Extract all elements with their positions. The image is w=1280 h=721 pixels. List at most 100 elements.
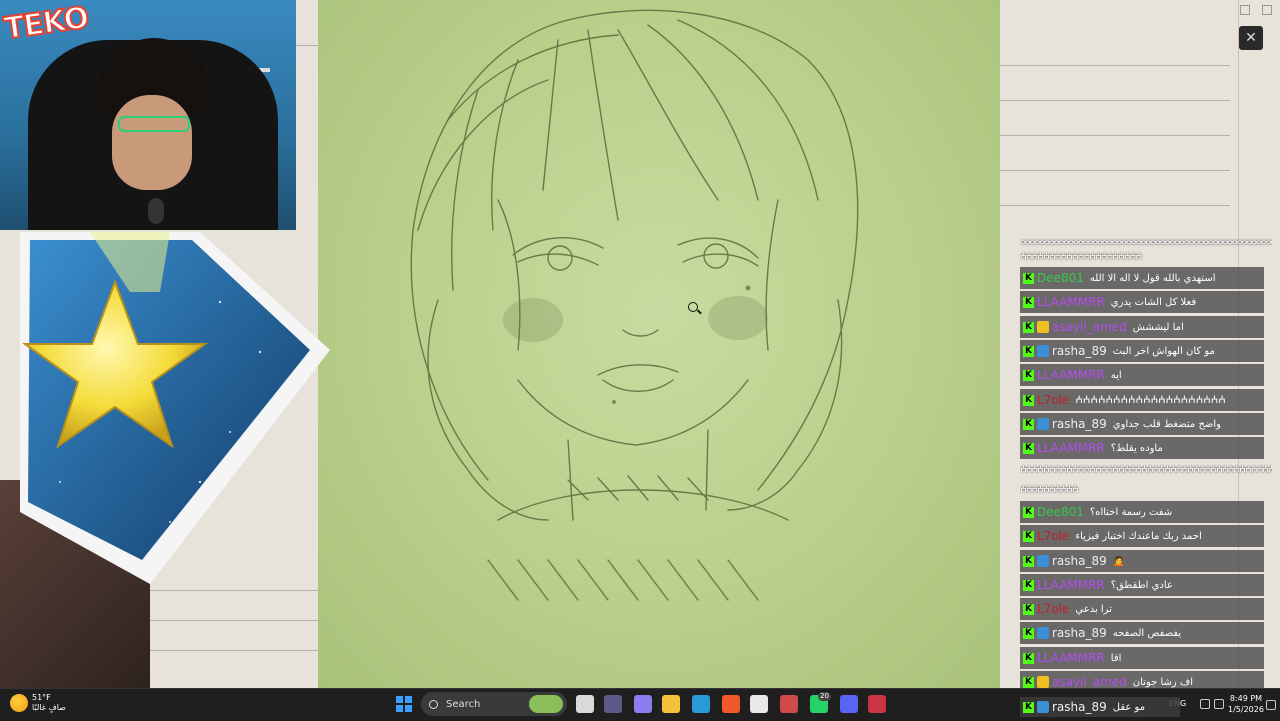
kick-badge-icon: K (1023, 272, 1034, 284)
subscriber-badge-icon (1037, 345, 1049, 357)
chat-username[interactable]: LLAAMMRR (1037, 368, 1105, 382)
chat-message: K rasha_89 مو كان الهواش اخر البث (1020, 340, 1264, 362)
subscriber-badge-icon (1037, 418, 1049, 430)
edge-icon[interactable] (692, 695, 710, 713)
paper-rule (150, 620, 318, 621)
subscriber-badge-icon (1037, 701, 1049, 713)
chat-separator: ⴰⴰⴰⴰⴰⴰⴰⴰⴰⴰⴰⴰⴰⴰⴰⴰⴰⴰⴰⴰⴰⴰⴰⴰⴰⴰⴰⴰⴰⴰⴰⴰⴰⴰⴰⴰⴰⴰⴰⴰ… (1020, 237, 1272, 247)
close-button[interactable]: ✕ (1239, 26, 1263, 50)
chat-username[interactable]: LLAAMMRR (1037, 441, 1105, 455)
taskbar-search[interactable]: Search (421, 692, 567, 716)
notification-icon[interactable] (1266, 700, 1276, 710)
chat-text: ترا بدعي (1075, 603, 1112, 615)
clock-time: 8:49 PM (1229, 694, 1263, 703)
chat-username[interactable]: Dee801 (1037, 271, 1084, 285)
obs-icon[interactable] (868, 695, 886, 713)
search-placeholder: Search (446, 698, 481, 710)
kick-badge-icon: K (1023, 506, 1034, 518)
chat-separator: ⵄⵄⵄⵄⵄⵄⵄⵄⵄⵄⵄⵄⵄⵄⵄⵄⵄⵄⵄⵄⵄ (1020, 252, 1142, 262)
chat-username[interactable]: rasha_89 (1052, 344, 1107, 358)
paper-rule (1000, 100, 1230, 101)
kick-badge-icon: K (1023, 555, 1034, 567)
chat-username[interactable]: rasha_89 (1052, 554, 1107, 568)
chat-message: K LLAAMMRR عادي اطقطق؟ (1020, 574, 1264, 596)
chat-message: K LLAAMMRR فعلا كل الشات يدري (1020, 291, 1264, 313)
chat-message: K L7ole ⵄⵄⵄⵄⵄⵄⵄⵄⵄⵄⵄⵄⵄⵄⵄⵄⵄⵄⵄⵄ (1020, 389, 1264, 411)
chat-separator: ⵄⵄⵄⵄⵄⵄⵄⵄⵄⵄ (1020, 485, 1079, 495)
chat-username[interactable]: L7ole (1037, 602, 1069, 616)
chat-username[interactable]: asayil_amed (1052, 320, 1127, 334)
chat-message: K rasha_89 مو عقل (1020, 697, 1180, 717)
windows-logo-icon (396, 696, 403, 703)
kick-badge-icon: K (1023, 321, 1034, 333)
chat-message: K LLAAMMRR ماوده يقلط؟ (1020, 437, 1264, 459)
chat-text: ايه (1110, 369, 1122, 381)
weather-sun-icon (10, 694, 28, 712)
chat-message: K L7ole ترا بدعي (1020, 598, 1264, 620)
streamer-glasses (118, 116, 190, 132)
wifi-icon[interactable] (1200, 699, 1210, 709)
clock[interactable]: 8:49 PM 1/5/2026 (1228, 693, 1264, 715)
chat-username[interactable]: LLAAMMRR (1037, 578, 1105, 592)
kick-badge-icon: K (1023, 701, 1034, 713)
kick-badge-icon: K (1023, 530, 1034, 542)
paper-rule (1000, 65, 1230, 66)
chat-message: K rasha_89 يفصفص الصفحه (1020, 622, 1264, 644)
chat-username[interactable]: LLAAMMRR (1037, 651, 1105, 665)
chat-message: K LLAAMMRR ايه (1020, 364, 1264, 386)
subscriber-badge-icon (1037, 321, 1049, 333)
subscriber-badge-icon (1037, 627, 1049, 639)
chat-message: K L7ole احمد ربك ماعندك اختبار فيزياء (1020, 525, 1264, 547)
weather-widget[interactable]: 51°F صافٍ غالبًا (10, 693, 66, 713)
discord-icon[interactable] (840, 695, 858, 713)
task-view-icon[interactable] (576, 695, 594, 713)
kick-badge-icon: K (1023, 296, 1034, 308)
kick-badge-icon: K (1023, 394, 1034, 406)
kick-badge-icon: K (1023, 579, 1034, 591)
app-icon[interactable] (780, 695, 798, 713)
start-button[interactable] (396, 696, 412, 712)
chat-text: استهدي بالله قول لا اله الا الله (1089, 272, 1216, 284)
chat-text: واضح متضغط قلب جداوي (1112, 418, 1222, 430)
webcam-overlay: TEKO (0, 0, 296, 230)
chat-username[interactable]: Dee801 (1037, 505, 1084, 519)
volume-icon[interactable] (1214, 699, 1224, 709)
chat-message: K Dee801 استهدي بالله قول لا اله الا الل… (1020, 267, 1264, 289)
chat-username[interactable]: LLAAMMRR (1037, 295, 1105, 309)
chat-overlay: ⴰⴰⴰⴰⴰⴰⴰⴰⴰⴰⴰⴰⴰⴰⴰⴰⴰⴰⴰⴰⴰⴰⴰⴰⴰⴰⴰⴰⴰⴰⴰⴰⴰⴰⴰⴰⴰⴰⴰⴰ… (1016, 236, 1280, 693)
chat-message: K rasha_89 🙍 (1020, 550, 1264, 572)
chat-message: K LLAAMMRR اقا (1020, 647, 1264, 669)
media-icon[interactable] (604, 695, 622, 713)
brave-icon[interactable] (722, 695, 740, 713)
kick-badge-icon: K (1023, 418, 1034, 430)
file-explorer-icon[interactable] (662, 695, 680, 713)
star-badge-overlay (20, 232, 330, 584)
kick-badge-icon: K (1023, 603, 1034, 615)
chat-username[interactable]: L7ole (1037, 393, 1069, 407)
chat-username[interactable]: rasha_89 (1052, 700, 1107, 714)
chat-text: امأ ليششش (1132, 321, 1184, 333)
kick-badge-icon: K (1023, 369, 1034, 381)
paper-rule (1000, 135, 1230, 136)
clock-date: 1/5/2026 (1228, 705, 1264, 714)
chat-username[interactable]: rasha_89 (1052, 626, 1107, 640)
paper-rule (1000, 170, 1230, 171)
copilot-icon[interactable] (634, 695, 652, 713)
chat-username[interactable]: asayil_amed (1052, 675, 1127, 689)
window-maximize-button[interactable] (1240, 5, 1250, 15)
chat-username[interactable]: rasha_89 (1052, 417, 1107, 431)
weather-temp: 51°F (32, 693, 51, 702)
drawing-sheet (318, 0, 1000, 688)
chat-text: اقا (1110, 652, 1122, 664)
store-icon[interactable] (750, 695, 768, 713)
kick-badge-icon: K (1023, 345, 1034, 357)
window-restore-button[interactable] (1262, 5, 1272, 15)
chat-separator: ⵄⵄⵄⵄⵄⵄⵄⵄⵄⵄⵄⵄⵄⵄⵄⵄⵄⵄⵄⵄⵄⵄⵄⵄⵄⵄⵄⵄⵄⵄⵄⵄⵄⵄⵄⵄⵄⵄⵄⵄ… (1020, 465, 1272, 475)
paper-rule (150, 650, 318, 651)
notification-count-badge: 20 (818, 692, 831, 701)
chat-text: مو عقل (1112, 701, 1146, 713)
chat-username[interactable]: L7ole (1037, 529, 1069, 543)
chat-text: ⵄⵄⵄⵄⵄⵄⵄⵄⵄⵄⵄⵄⵄⵄⵄⵄⵄⵄⵄⵄ (1075, 394, 1226, 406)
chat-message: K rasha_89 واضح متضغط قلب جداوي (1020, 413, 1264, 435)
search-icon (429, 699, 438, 709)
